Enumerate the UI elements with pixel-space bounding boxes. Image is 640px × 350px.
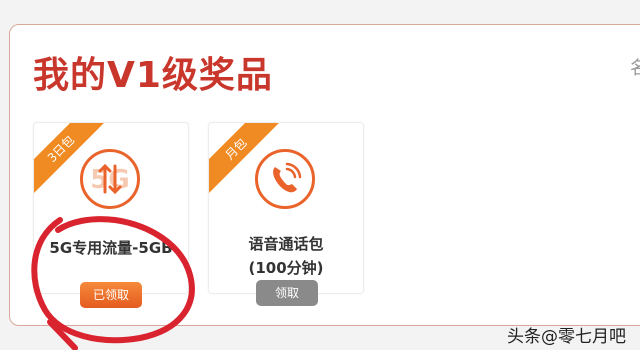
annotation-circle <box>31 216 195 350</box>
page-title: 我的V1级奖品 <box>33 55 273 96</box>
watermark: 头条@零七月吧 <box>507 327 626 347</box>
card-label-voice-2: (100分钟) <box>248 259 324 277</box>
reward-card-voice[interactable]: 月包 语音通话包 (100分钟) <box>208 122 364 294</box>
phone-call-icon <box>255 149 315 209</box>
card-label-voice-1: 语音通话包 <box>248 235 324 253</box>
5g-data-icon: 5G <box>80 149 140 209</box>
cutoff-text: 名 <box>630 58 640 79</box>
claim-button[interactable]: 领取 <box>256 280 318 306</box>
